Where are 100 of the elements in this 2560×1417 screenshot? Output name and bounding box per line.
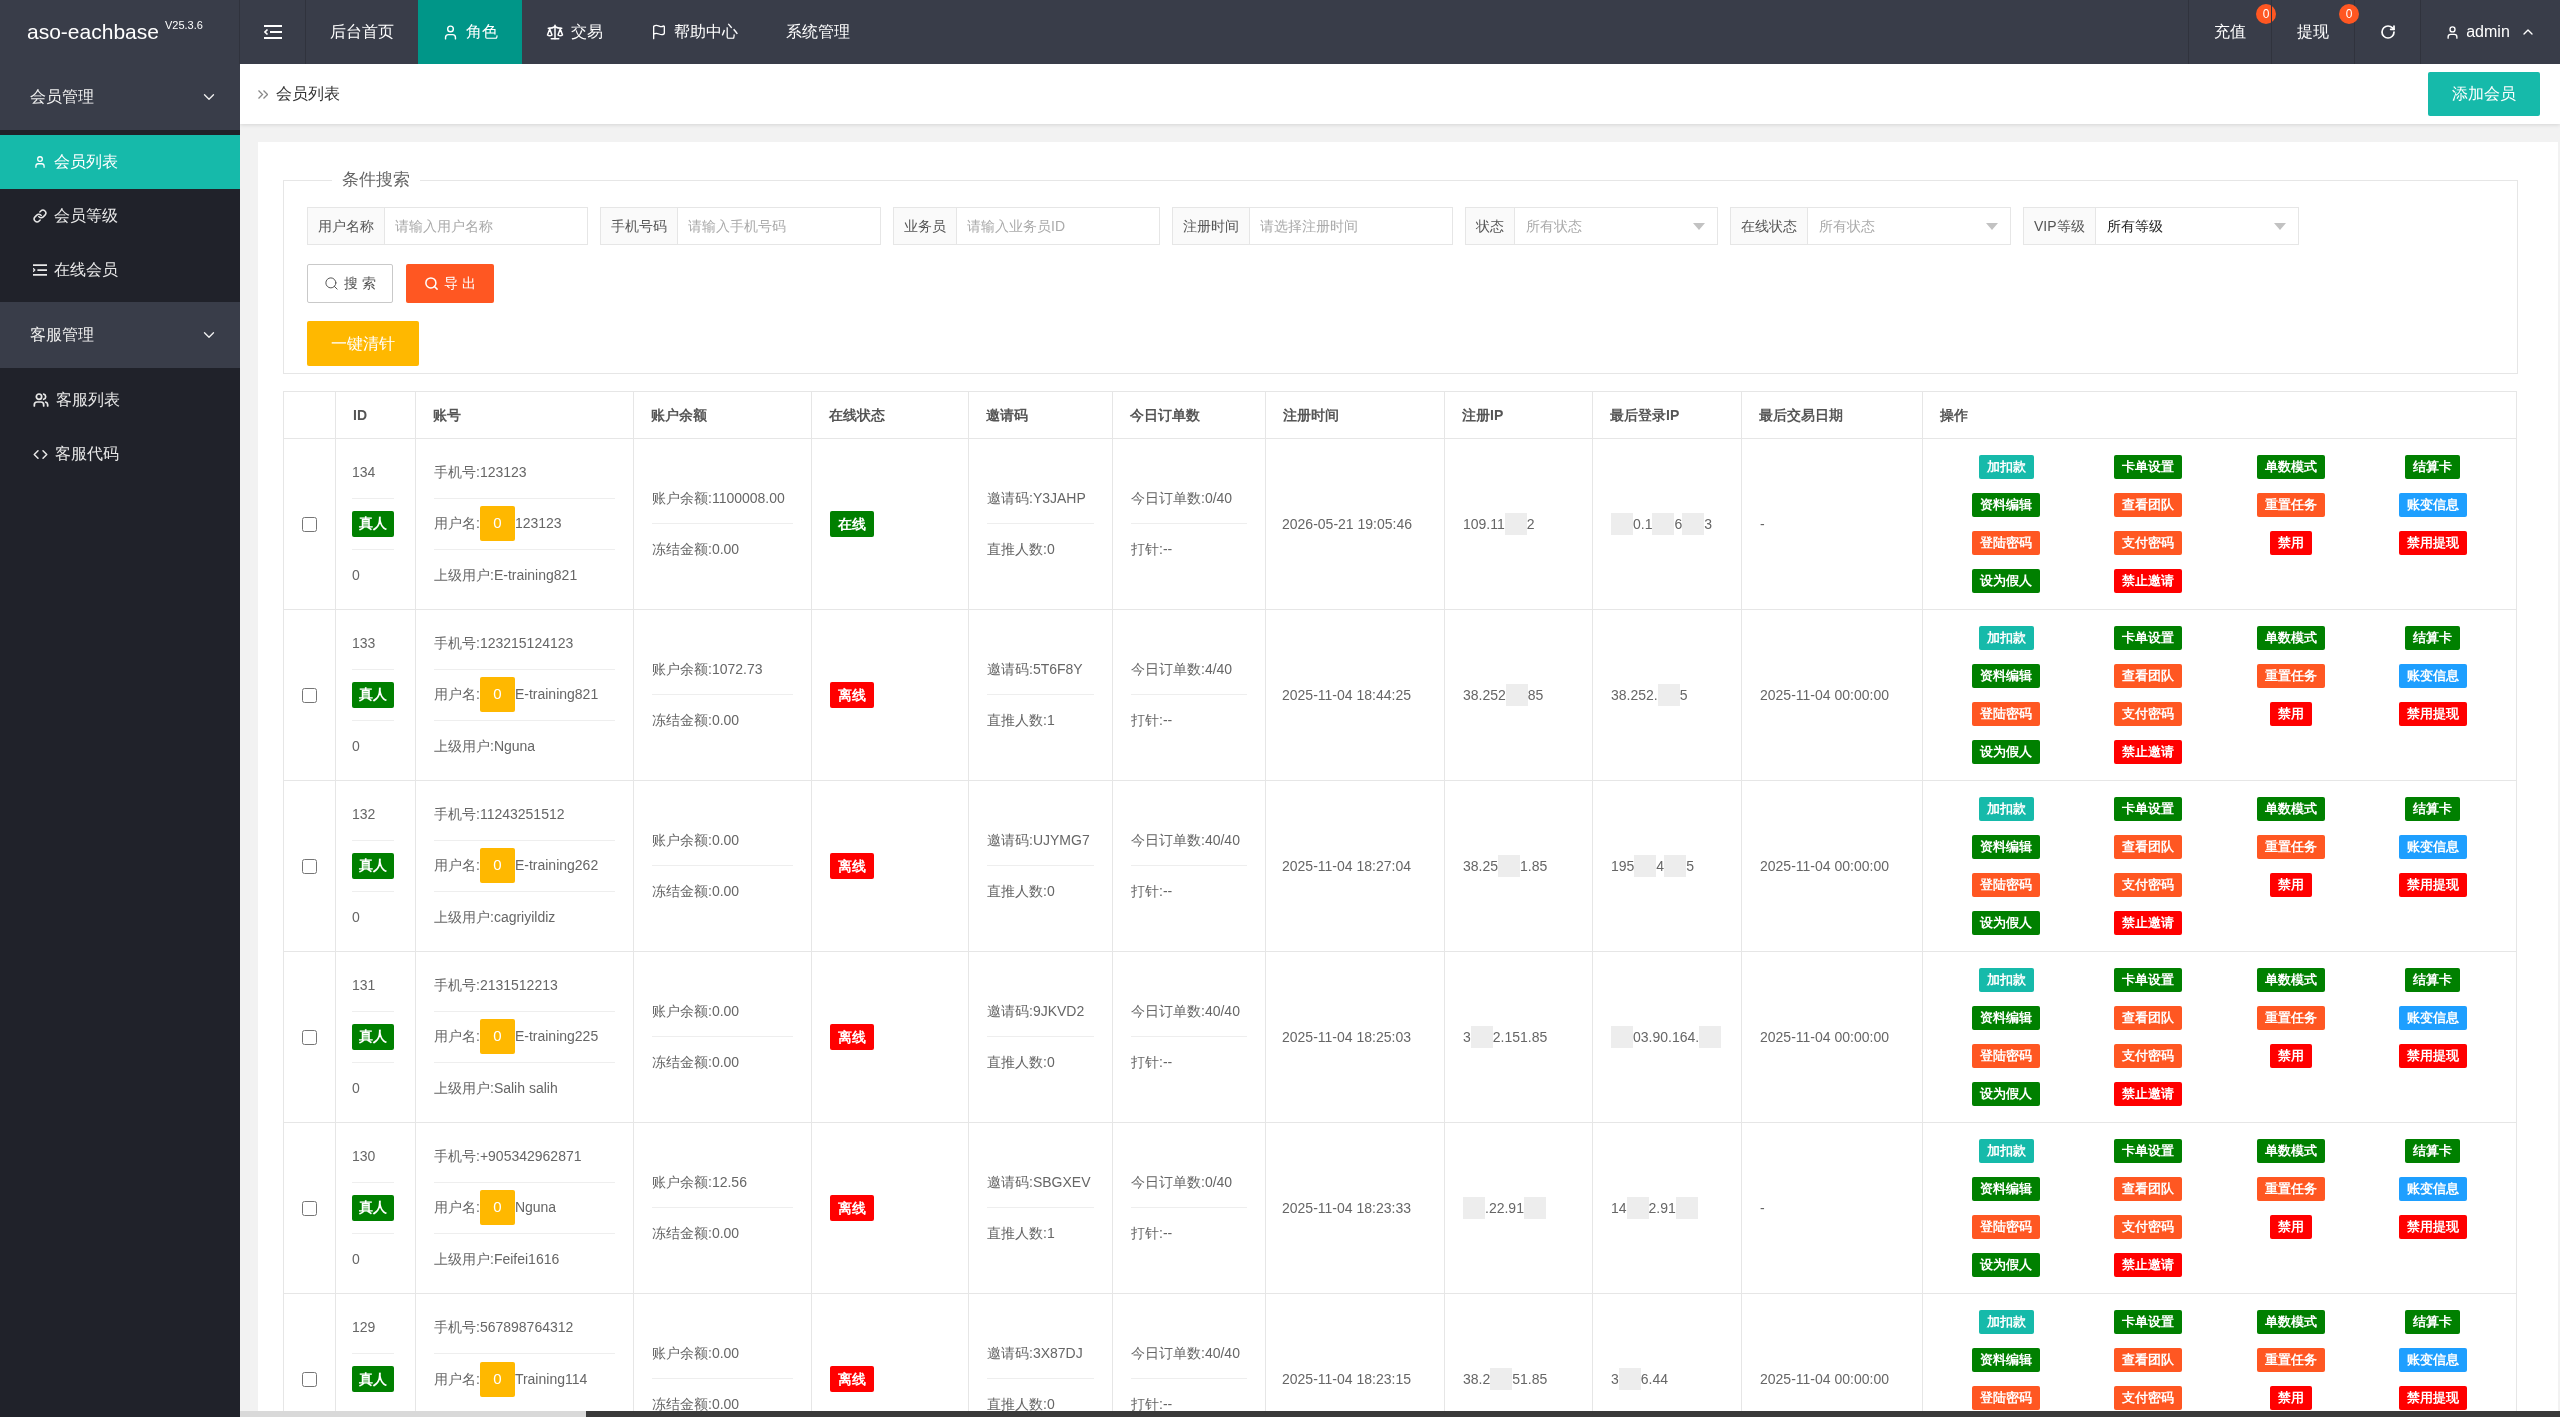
action-button[interactable]: 禁用 [2269, 702, 2312, 726]
action-button[interactable]: 加扣款 [1978, 626, 2034, 650]
action-button[interactable]: 禁用提现 [2398, 1386, 2467, 1410]
action-button[interactable]: 卡单设置 [2114, 1310, 2183, 1334]
search-button[interactable]: 搜 索 [307, 264, 393, 303]
action-button[interactable]: 重置任务 [2256, 493, 2325, 517]
action-button[interactable]: 加扣款 [1978, 455, 2034, 479]
action-button[interactable]: 禁用 [2269, 531, 2312, 555]
action-button[interactable]: 登陆密码 [1972, 873, 2041, 897]
action-button[interactable]: 卡单设置 [2114, 455, 2183, 479]
action-button[interactable]: 登陆密码 [1972, 531, 2041, 555]
action-button[interactable]: 支付密码 [2114, 1215, 2183, 1239]
action-button[interactable]: 重置任务 [2256, 1348, 2325, 1372]
action-button[interactable]: 账变信息 [2398, 1177, 2467, 1201]
action-button[interactable]: 支付密码 [2114, 702, 2183, 726]
action-button[interactable]: 结算卡 [2405, 968, 2461, 992]
action-button[interactable]: 资料编辑 [1972, 1348, 2041, 1372]
action-button[interactable]: 禁止邀请 [2114, 1253, 2183, 1277]
action-button[interactable]: 重置任务 [2256, 835, 2325, 859]
action-button[interactable]: 重置任务 [2256, 664, 2325, 688]
action-button[interactable]: 禁用 [2269, 1044, 2312, 1068]
action-button[interactable]: 结算卡 [2405, 1139, 2461, 1163]
action-button[interactable]: 设为假人 [1972, 1253, 2041, 1277]
select-field[interactable]: 所有等级 [2094, 207, 2299, 245]
action-button[interactable]: 卡单设置 [2114, 626, 2183, 650]
action-button[interactable]: 设为假人 [1972, 911, 2041, 935]
action-button[interactable]: 卡单设置 [2114, 968, 2183, 992]
action-button[interactable]: 登陆密码 [1972, 1215, 2041, 1239]
action-button[interactable]: 查看团队 [2114, 664, 2183, 688]
action-button[interactable]: 加扣款 [1978, 797, 2034, 821]
action-button[interactable]: 设为假人 [1972, 1082, 2041, 1106]
action-button[interactable]: 支付密码 [2114, 1044, 2183, 1068]
action-button[interactable]: 加扣款 [1978, 968, 2034, 992]
input-field[interactable]: 请选择注册时间 [1249, 207, 1453, 245]
action-button[interactable]: 结算卡 [2405, 797, 2461, 821]
action-button[interactable]: 单数模式 [2256, 797, 2325, 821]
nav-tab[interactable]: 后台首页 [306, 0, 418, 64]
add-member-button[interactable]: 添加会员 [2428, 72, 2540, 116]
row-checkbox[interactable] [302, 859, 317, 875]
export-button[interactable]: 导 出 [406, 264, 494, 303]
action-button[interactable]: 禁用 [2269, 1386, 2312, 1410]
action-button[interactable]: 设为假人 [1972, 569, 2041, 593]
action-button[interactable]: 登陆密码 [1972, 1386, 2041, 1410]
row-checkbox[interactable] [302, 1030, 317, 1046]
input-field[interactable]: 请输入用户名称 [384, 207, 588, 245]
action-button[interactable]: 查看团队 [2114, 835, 2183, 859]
action-button[interactable]: 禁用提现 [2398, 1044, 2467, 1068]
sidebar-item[interactable]: 会员列表 [0, 135, 240, 189]
action-button[interactable]: 结算卡 [2405, 1310, 2461, 1334]
input-field[interactable]: 请输入手机号码 [677, 207, 881, 245]
action-button[interactable]: 单数模式 [2256, 1310, 2325, 1334]
action-button[interactable]: 禁止邀请 [2114, 569, 2183, 593]
action-button[interactable]: 禁止邀请 [2114, 740, 2183, 764]
action-button[interactable]: 资料编辑 [1972, 493, 2041, 517]
action-button[interactable]: 登陆密码 [1972, 702, 2041, 726]
action-button[interactable]: 查看团队 [2114, 1177, 2183, 1201]
action-button[interactable]: 单数模式 [2256, 968, 2325, 992]
action-button[interactable]: 支付密码 [2114, 531, 2183, 555]
action-button[interactable]: 禁用 [2269, 873, 2312, 897]
action-button[interactable]: 资料编辑 [1972, 1006, 2041, 1030]
action-button[interactable]: 禁用提现 [2398, 873, 2467, 897]
action-button[interactable]: 加扣款 [1978, 1310, 2034, 1334]
sidebar-group[interactable]: 会员管理 [0, 64, 240, 130]
row-checkbox[interactable] [302, 688, 317, 704]
action-button[interactable]: 支付密码 [2114, 873, 2183, 897]
nav-tab[interactable]: 帮助中心 [627, 0, 762, 64]
action-button[interactable]: 卡单设置 [2114, 797, 2183, 821]
action-button[interactable]: 账变信息 [2398, 835, 2467, 859]
row-checkbox[interactable] [302, 1372, 317, 1388]
action-button[interactable]: 资料编辑 [1972, 1177, 2041, 1201]
action-button[interactable]: 资料编辑 [1972, 664, 2041, 688]
action-button[interactable]: 账变信息 [2398, 493, 2467, 517]
nav-tab[interactable]: 角色 [418, 0, 522, 64]
nav-tab[interactable]: 交易 [522, 0, 627, 64]
action-button[interactable]: 禁用提现 [2398, 1215, 2467, 1239]
action-button[interactable]: 结算卡 [2405, 455, 2461, 479]
row-checkbox[interactable] [302, 517, 317, 533]
action-button[interactable]: 单数模式 [2256, 626, 2325, 650]
action-button[interactable]: 禁用 [2269, 1215, 2312, 1239]
action-button[interactable]: 加扣款 [1978, 1139, 2034, 1163]
action-button[interactable]: 资料编辑 [1972, 835, 2041, 859]
action-button[interactable]: 查看团队 [2114, 493, 2183, 517]
action-button[interactable]: 设为假人 [1972, 740, 2041, 764]
select-field[interactable]: 所有状态 [1807, 207, 2011, 245]
action-button[interactable]: 禁止邀请 [2114, 1082, 2183, 1106]
input-field[interactable]: 请输入业务员ID [956, 207, 1160, 245]
action-button[interactable]: 重置任务 [2256, 1177, 2325, 1201]
nav-tab[interactable]: 系统管理 [762, 0, 874, 64]
sidebar-item[interactable]: 客服代码 [0, 427, 240, 481]
action-button[interactable]: 账变信息 [2398, 664, 2467, 688]
sidebar-item[interactable]: 会员等级 [0, 189, 240, 243]
action-button[interactable]: 登陆密码 [1972, 1044, 2041, 1068]
action-button[interactable]: 账变信息 [2398, 1006, 2467, 1030]
row-checkbox[interactable] [302, 1201, 317, 1217]
action-button[interactable]: 查看团队 [2114, 1006, 2183, 1030]
action-button[interactable]: 卡单设置 [2114, 1139, 2183, 1163]
action-button[interactable]: 禁用提现 [2398, 531, 2467, 555]
action-button[interactable]: 禁用提现 [2398, 702, 2467, 726]
action-button[interactable]: 支付密码 [2114, 1386, 2183, 1410]
action-button[interactable]: 重置任务 [2256, 1006, 2325, 1030]
